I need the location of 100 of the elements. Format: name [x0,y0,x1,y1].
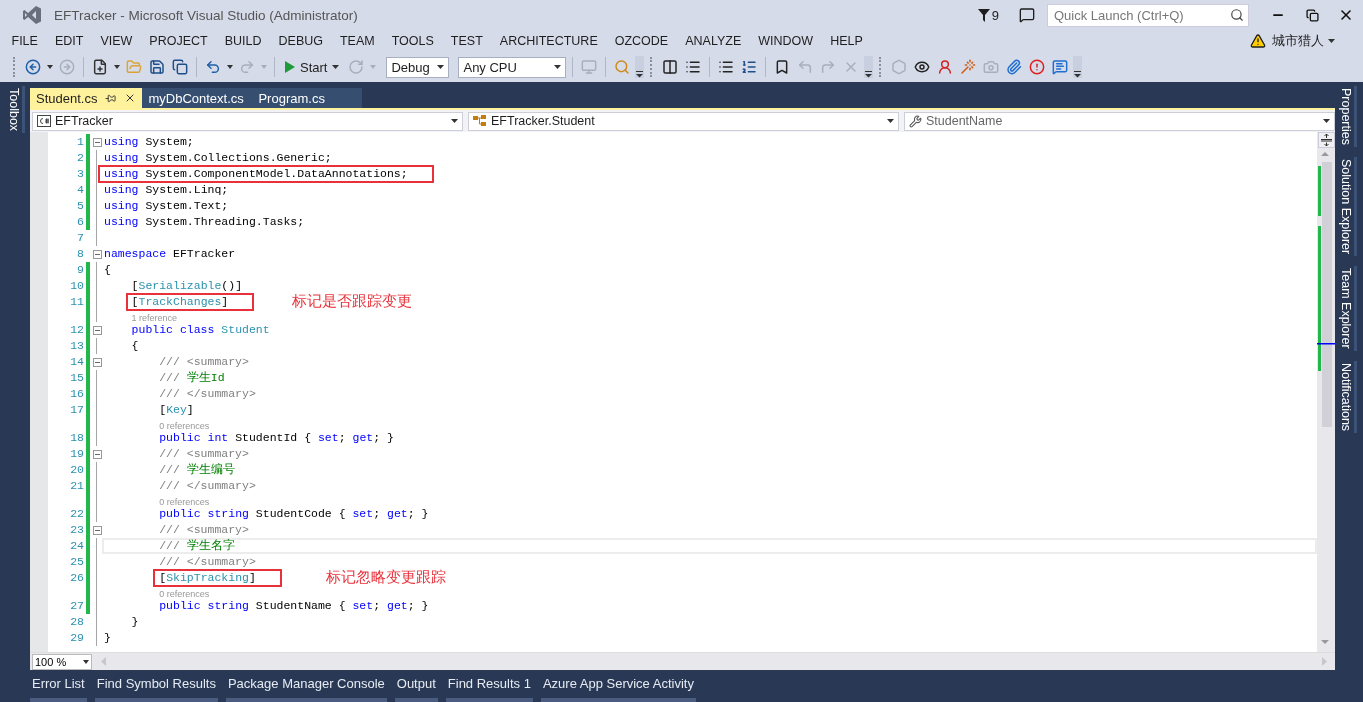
user-menu[interactable]: 城市猎人 [1266,31,1341,51]
start-button[interactable]: Start [281,59,344,75]
tool-window-tab[interactable]: Find Results 1 [445,676,533,702]
code-line: /// 学生Id [158,371,225,384]
zoom-dropdown[interactable]: 100 % [32,654,92,670]
code-line: using System.ComponentModel.DataAnnotations; [104,167,408,180]
side-panel-tab[interactable]: Solution Explorer [1338,157,1357,257]
hexagon-icon [891,59,908,75]
line-number: 20 [69,462,84,478]
collapse-icon[interactable] [92,450,102,459]
side-panel-tab[interactable]: Toolbox [5,86,25,134]
navigation-dropdown[interactable]: StudentName [904,111,1335,131]
line-number: 9 [76,262,84,278]
previous-bookmark-icon [797,59,814,75]
wand-icon [960,59,977,75]
line-number: 11 [69,294,84,310]
quick-launch-field[interactable]: Quick Launch (Ctrl+Q) [1047,3,1249,27]
code-line: /// <summary> [158,355,249,368]
collapse-icon[interactable] [92,250,102,259]
code-line: [SkipTracking] [158,571,256,584]
side-panel-tab[interactable]: Properties [1338,86,1357,147]
document-tab[interactable]: myDbContext.cs [142,88,253,108]
tool-window-tab[interactable]: Package Manager Console [225,676,387,702]
menu-item[interactable]: ANALYZE [676,32,750,50]
code-line: { [130,339,139,352]
collapse-icon[interactable] [92,526,102,535]
line-number: 6 [76,214,84,230]
window-title: EFTracker - Microsoft Visual Studio (Administrator) [54,7,358,23]
navigation-dropdown[interactable]: EFTracker.Student [468,111,899,131]
line-number: 24 [69,538,84,554]
code-line: [Key] [158,403,194,416]
configuration-dropdown[interactable]: Any CPU [458,56,567,78]
menu-item[interactable]: DEBUG [270,32,332,50]
code-line: using System; [104,135,194,148]
side-panel-tab[interactable]: Notifications [1338,360,1357,433]
tool-window-tab[interactable]: Error List [30,676,87,702]
overflow-button[interactable] [635,56,645,78]
document-tab[interactable]: Student.cs [30,88,143,108]
overflow-button[interactable] [1073,56,1083,78]
line-number: 21 [69,478,84,494]
menu-item[interactable]: OZCODE [606,32,677,50]
numbered-list-icon [741,59,758,75]
menu-item[interactable]: WINDOW [749,32,822,50]
caret-icon [451,118,458,124]
collapse-icon[interactable] [92,326,102,335]
class-icon [473,115,487,127]
menu-item[interactable]: TEAM [331,32,384,50]
overflow-button[interactable] [864,56,874,78]
notification-count[interactable]: 9 [991,7,999,23]
menu-item[interactable]: EDIT [46,32,92,50]
line-number: 15 [69,370,84,386]
tool-window-tab[interactable]: Azure App Service Activity [540,676,696,702]
menu-item[interactable]: PROJECT [140,32,217,50]
navigation-dropdown[interactable]: EFTracker [32,111,463,131]
menu-item[interactable]: VIEW [91,32,141,50]
line-number: 5 [76,198,84,214]
menu-item[interactable]: TEST [442,32,492,50]
alert-icon [1029,59,1046,75]
warning-icon[interactable] [1250,33,1266,49]
menu-item[interactable]: BUILD [216,32,270,50]
configuration-dropdown[interactable]: Debug [386,56,450,78]
next-bookmark-icon [820,59,837,75]
menu-item[interactable]: ARCHITECTURE [491,32,607,50]
collapse-icon[interactable] [92,138,102,147]
caret-icon [1323,118,1330,124]
paperclip-icon [1006,59,1023,75]
code-line: public class Student [130,323,270,336]
filter-icon[interactable] [977,8,990,22]
list-icon [685,59,702,75]
feedback-icon[interactable] [1019,7,1035,23]
line-number: 19 [69,446,84,462]
menu-item[interactable]: FILE [3,32,47,50]
line-number: 28 [69,614,84,630]
menu-item[interactable]: TOOLS [383,32,443,50]
pin-icon[interactable] [105,92,117,104]
csharp-icon [37,115,51,127]
forward-icon [59,59,75,75]
line-number: 26 [69,570,84,586]
code-line: using System.Linq; [104,183,229,196]
side-panel-tab[interactable]: Team Explorer [1338,266,1357,351]
code-line: public string StudentCode { set; get; } [158,507,429,520]
menu-item[interactable]: HELP [821,32,872,50]
folder-icon [126,59,142,75]
tool-window-tab[interactable]: Output [394,676,438,702]
collapse-icon[interactable] [92,358,102,367]
document-tab[interactable]: Program.cs [252,88,363,108]
split-button[interactable] [1317,132,1335,148]
save-icon [149,59,165,75]
find-icon [614,59,631,75]
code-line: /// 学生名字 [158,539,235,552]
line-number: 23 [69,522,84,538]
play-icon [285,61,295,73]
line-number: 7 [76,230,84,246]
redo-icon [239,59,255,75]
restore-icon [1305,8,1319,22]
tool-window-tab[interactable]: Find Symbol Results [94,676,218,702]
caret-icon [887,118,894,124]
code-line: namespace EFTracker [104,247,236,260]
overflow-icon [1074,70,1082,78]
split-icon [1320,134,1332,146]
